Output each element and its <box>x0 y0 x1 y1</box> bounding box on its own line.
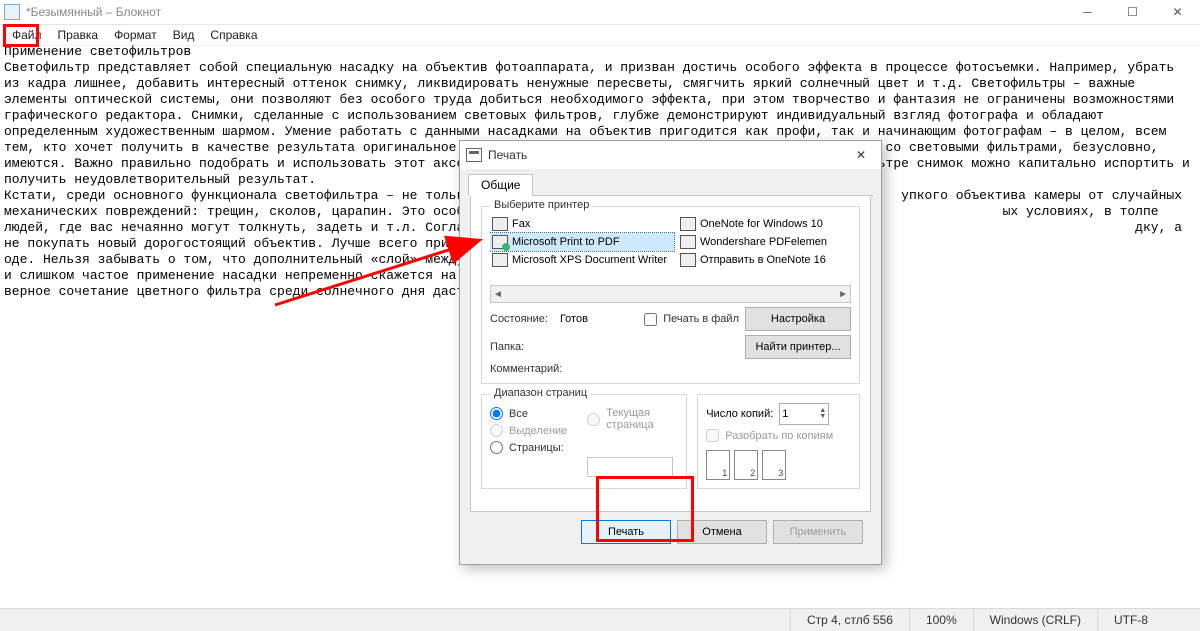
range-all-label: Все <box>509 408 528 420</box>
printer-label: Отправить в OneNote 16 <box>700 254 826 266</box>
find-printer-button[interactable]: Найти принтер... <box>745 335 851 359</box>
collate-input <box>706 429 719 442</box>
status-line-ending: Windows (CRLF) <box>973 609 1097 631</box>
group-copies: Число копий: 1 ▲▼ Разобрать по копиям 1 … <box>697 394 860 489</box>
range-selection-input <box>490 424 503 437</box>
printer-list-scrollbar[interactable]: ◄ ► <box>490 285 851 303</box>
printer-label: Microsoft Print to PDF <box>512 236 620 248</box>
scroll-right-icon[interactable]: ► <box>838 289 848 300</box>
group-select-printer-title: Выберите принтер <box>490 199 593 211</box>
spin-arrows-icon[interactable]: ▲▼ <box>819 408 826 420</box>
copies-spinbox[interactable]: 1 ▲▼ <box>779 403 829 425</box>
printer-icon <box>492 253 508 267</box>
range-current-label: Текущая страница <box>606 407 678 431</box>
printer-icon <box>492 235 508 249</box>
printer-label: OneNote for Windows 10 <box>700 218 823 230</box>
range-all-radio[interactable]: Все <box>490 407 567 420</box>
printer-label: Fax <box>512 218 530 230</box>
maximize-button[interactable]: ☐ <box>1110 0 1155 24</box>
tabstrip: Общие <box>468 173 873 196</box>
page-icon: 2 <box>734 450 758 480</box>
printer-item-onenote-win10[interactable]: OneNote for Windows 10 <box>678 215 851 233</box>
printer-icon <box>466 148 482 162</box>
dialog-close-button[interactable]: ✕ <box>847 141 875 169</box>
printer-label: Wondershare PDFelemen <box>700 236 827 248</box>
printer-icon <box>680 217 696 231</box>
apply-button: Применить <box>773 520 863 544</box>
print-to-file-checkbox[interactable]: Печать в файл <box>644 313 739 326</box>
status-encoding: UTF-8 <box>1097 609 1200 631</box>
range-pages-label: Страницы: <box>509 442 564 454</box>
collate-checkbox: Разобрать по копиям <box>706 429 851 442</box>
range-current-input <box>587 413 600 426</box>
dialog-actions: Печать Отмена Применить <box>470 512 871 554</box>
page-icon: 3 <box>762 450 786 480</box>
status-zoom: 100% <box>909 609 973 631</box>
range-current-radio[interactable]: Текущая страница <box>587 407 678 431</box>
menu-edit[interactable]: Правка <box>50 25 107 45</box>
copies-label: Число копий: <box>706 408 773 420</box>
minimize-button[interactable]: ─ <box>1065 0 1110 24</box>
page-icon: 1 <box>706 450 730 480</box>
range-selection-radio[interactable]: Выделение <box>490 424 567 437</box>
print-to-file-label: Печать в файл <box>663 313 739 325</box>
group-page-range: Диапазон страниц Все Выделение <box>481 394 687 489</box>
collate-diagram: 1 2 3 <box>706 450 851 480</box>
settings-button[interactable]: Настройка <box>745 307 851 331</box>
status-position: Стр 4, стлб 556 <box>790 609 909 631</box>
menu-file[interactable]: Файл <box>4 25 50 45</box>
notepad-icon <box>4 4 20 20</box>
printer-list[interactable]: Fax Microsoft Print to PDF Microsoft XPS… <box>490 215 851 281</box>
tab-general[interactable]: Общие <box>468 174 533 196</box>
window-title: *Безымянный – Блокнот <box>26 5 161 19</box>
menu-view[interactable]: Вид <box>165 25 203 45</box>
collate-label: Разобрать по копиям <box>725 430 833 442</box>
folder-label: Папка: <box>490 341 524 353</box>
range-pages-radio[interactable]: Страницы: <box>490 441 567 454</box>
cancel-button[interactable]: Отмена <box>677 520 767 544</box>
printer-item-xps[interactable]: Microsoft XPS Document Writer <box>490 251 674 269</box>
printer-icon <box>680 253 696 267</box>
printer-label: Microsoft XPS Document Writer <box>512 254 667 266</box>
pages-text-input[interactable] <box>587 457 673 477</box>
printer-icon <box>492 217 508 231</box>
scroll-left-icon[interactable]: ◄ <box>493 289 503 300</box>
dialog-title-text: Печать <box>488 148 527 162</box>
group-select-printer: Выберите принтер Fax Microsoft Print to … <box>481 206 860 384</box>
copies-value: 1 <box>782 408 788 420</box>
print-button[interactable]: Печать <box>581 520 671 544</box>
menubar: Файл Правка Формат Вид Справка <box>0 25 1200 46</box>
close-button[interactable]: ✕ <box>1155 0 1200 24</box>
state-value: Готов <box>560 313 588 325</box>
print-dialog: Печать ✕ Общие Выберите принтер Fax Micr… <box>459 140 882 565</box>
statusbar: Стр 4, стлб 556 100% Windows (CRLF) UTF-… <box>0 608 1200 631</box>
group-page-range-title: Диапазон страниц <box>490 387 591 399</box>
range-all-input[interactable] <box>490 407 503 420</box>
menu-format[interactable]: Формат <box>106 25 165 45</box>
menu-help[interactable]: Справка <box>202 25 265 45</box>
range-selection-label: Выделение <box>509 425 567 437</box>
dialog-titlebar: Печать ✕ <box>460 141 881 169</box>
titlebar: *Безымянный – Блокнот ─ ☐ ✕ <box>0 0 1200 25</box>
printer-item-pdfelement[interactable]: Wondershare PDFelemen <box>678 233 851 251</box>
state-label: Состояние: <box>490 313 548 325</box>
print-to-file-input[interactable] <box>644 313 657 326</box>
printer-icon <box>680 235 696 249</box>
comment-label: Комментарий: <box>490 363 562 375</box>
range-pages-input[interactable] <box>490 441 503 454</box>
printer-item-fax[interactable]: Fax <box>490 215 674 233</box>
printer-item-ms-print-to-pdf[interactable]: Microsoft Print to PDF <box>490 233 674 251</box>
printer-item-send-onenote[interactable]: Отправить в OneNote 16 <box>678 251 851 269</box>
